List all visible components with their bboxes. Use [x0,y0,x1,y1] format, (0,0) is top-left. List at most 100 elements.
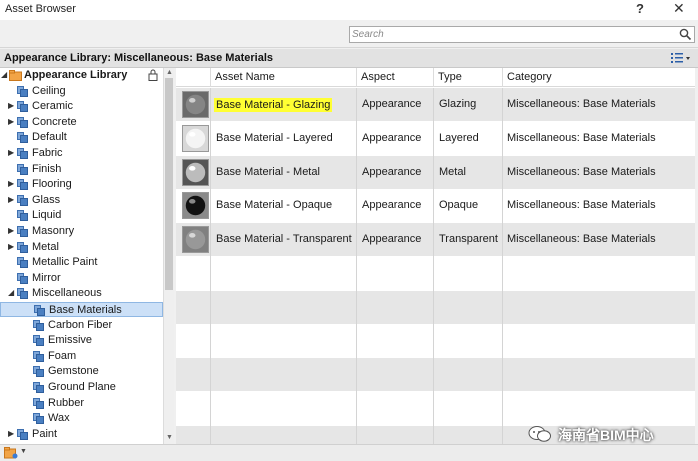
type-cell: Opaque [439,199,479,212]
asset-name-cell: Base Material - Metal [216,165,320,178]
expand-arrow-icon[interactable]: ▶ [8,117,16,127]
aspect-cell: Appearance [362,165,422,178]
expand-arrow-icon[interactable]: ▶ [8,101,16,111]
title-bar: Asset Browser ? ✕ [0,0,698,20]
folder-icon [17,101,28,113]
tree-item-base-materials[interactable]: Base Materials [0,302,163,317]
tree-item-label: Metal [32,240,59,253]
grid-header: Asset Name Aspect Type Category [176,68,695,87]
aspect-cell: Appearance [362,199,422,212]
category-cell: Miscellaneous: Base Materials [507,199,656,212]
asset-row[interactable]: Base Material - Opaque Appearance Opaque Mi… [176,189,695,224]
tree-item-label: Liquid [32,209,62,222]
expand-arrow-icon[interactable]: ▶ [8,226,16,236]
column-header-type[interactable]: Type [438,71,462,83]
search-box[interactable] [349,26,695,43]
tree-item-flooring[interactable]: ▶ Flooring [0,177,163,192]
library-icon[interactable] [4,447,18,459]
lock-icon [148,69,158,81]
library-path-label: Appearance Library: Miscellaneous: Base … [4,52,273,64]
tree-item-default[interactable]: Default [0,130,163,145]
expand-arrow-icon[interactable]: ▶ [8,148,16,158]
empty-row [176,324,695,359]
type-cell: Glazing [439,98,477,110]
tree-item-gemstone[interactable]: Gemstone [0,364,163,379]
category-cell: Miscellaneous: Base Materials [507,165,656,178]
scroll-down-icon[interactable]: ▼ [166,434,173,441]
tree-item-ceramic[interactable]: ▶ Ceramic [0,99,163,114]
tree-item-ceiling[interactable]: Ceiling [0,84,163,99]
asset-row[interactable]: Base Material - Glazing Appearance Glazing… [176,88,695,122]
aspect-cell: Appearance [362,131,422,144]
tree-item-glass[interactable]: ▶ Glass [0,193,163,208]
tree-item-label: Wax [48,412,70,425]
help-button[interactable]: ? [636,1,644,16]
tree-item-wax[interactable]: Wax [0,411,163,426]
tree-item-label: Miscellaneous [32,287,102,300]
expand-arrow-icon[interactable]: ▶ [8,195,16,205]
tree-item-masonry[interactable]: ▶ Masonry [0,224,163,239]
asset-row[interactable]: Base Material - Metal Appearance Metal Misc… [176,155,695,190]
expand-arrow-icon[interactable]: ▶ [8,242,16,252]
library-tree: ◢ Appearance Library Ceiling ▶ Ceramic ▶ Con… [0,68,163,444]
material-thumbnail-icon [182,91,209,118]
status-bar: ▼ [0,444,698,461]
type-cell: Layered [439,131,479,144]
tree-item-miscellaneous[interactable]: ◢ Miscellaneous [0,286,163,301]
tree-item-label: Fabric [32,147,63,159]
folder-icon [33,335,44,347]
library-dropdown-icon[interactable]: ▼ [20,448,27,455]
search-input[interactable] [352,28,672,41]
category-cell: Miscellaneous: Base Materials [507,98,656,110]
expand-arrow-icon[interactable]: ▶ [8,429,16,439]
aspect-cell: Appearance [362,98,422,110]
tree-item-concrete[interactable]: ▶ Concrete [0,115,163,130]
tree-item-rubber[interactable]: Rubber [0,396,163,411]
collapse-arrow-icon[interactable]: ◢ [1,70,9,80]
tree-item-foam[interactable]: Foam [0,349,163,364]
folder-icon [33,350,44,362]
scroll-thumb[interactable] [165,78,173,290]
collapse-arrow-icon[interactable]: ◢ [8,288,16,298]
category-cell: Miscellaneous: Base Materials [507,131,656,144]
tree-root-appearance-library[interactable]: ◢ Appearance Library [0,68,163,83]
tree-item-metallic-paint[interactable]: Metallic Paint [0,255,163,270]
type-cell: Metal [439,165,466,178]
view-options-icon[interactable] [670,51,692,65]
tree-item-mirror[interactable]: Mirror [0,271,163,286]
column-header-asset-name[interactable]: Asset Name [215,71,275,83]
folder-icon [17,241,28,253]
folder-icon [17,148,28,159]
tree-item-paint[interactable]: ▶ Paint [0,427,163,442]
material-thumbnail-icon [182,192,209,220]
folder-icon [17,257,28,269]
column-header-aspect[interactable]: Aspect [361,71,395,83]
close-button[interactable]: ✕ [673,0,685,17]
tree-item-label: Emissive [48,334,93,347]
tree-item-label: Finish [32,162,62,175]
asset-row[interactable]: Base Material - Layered Appearance Layered… [176,121,695,156]
wechat-icon [528,426,551,442]
tree-scrollbar[interactable]: ▲ ▼ [163,68,174,444]
search-icon[interactable] [679,28,692,41]
column-header-category[interactable]: Category [507,71,552,83]
folder-icon [17,132,28,144]
tree-item-finish[interactable]: Finish [0,162,163,177]
library-path-bar: Appearance Library: Miscellaneous: Base … [0,49,698,68]
tree-item-carbon-fiber[interactable]: Carbon Fiber [0,318,163,333]
empty-row [176,358,695,393]
tree-item-emissive[interactable]: Emissive [0,333,163,348]
tree-item-label: Default [32,131,67,144]
tree-item-liquid[interactable]: Liquid [0,208,163,223]
expand-arrow-icon[interactable]: ▶ [8,179,16,189]
tree-item-fabric[interactable]: ▶ Fabric [0,146,163,161]
folder-icon [17,116,28,128]
asset-name-cell: Base Material - Transparent [216,233,352,246]
asset-row[interactable]: Base Material - Transparent Appearance Tra… [176,223,695,258]
folder-icon [17,428,28,440]
tree-item-metal[interactable]: ▶ Metal [0,240,163,255]
asset-name-cell: Base Material - Opaque [216,199,333,212]
tree-item-ground-plane[interactable]: Ground Plane [0,380,163,395]
scroll-up-icon[interactable]: ▲ [166,69,173,76]
tree-root-label: Appearance Library [24,69,128,81]
